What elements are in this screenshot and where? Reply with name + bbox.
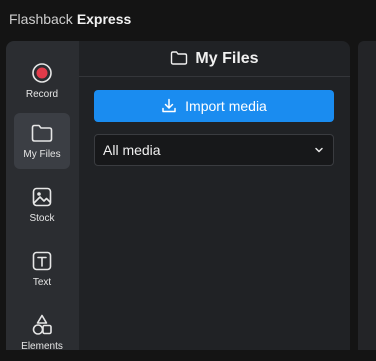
sidebar-item-elements[interactable]: Elements xyxy=(14,305,70,361)
sidebar-item-label: Text xyxy=(32,277,52,288)
editor-canvas-area xyxy=(358,41,376,350)
sidebar-item-label: My Files xyxy=(23,149,61,160)
sidebar-rail: Record My Files Stock Text Elements xyxy=(6,41,79,352)
title-bar: Flashback Express xyxy=(0,0,376,38)
sidebar-item-text[interactable]: Text xyxy=(14,241,70,297)
record-icon xyxy=(30,61,54,85)
panel-title: My Files xyxy=(195,49,259,67)
media-filter-select[interactable]: All media xyxy=(94,134,334,166)
folder-icon xyxy=(170,50,188,68)
folder-icon xyxy=(30,121,54,145)
download-icon xyxy=(161,98,177,114)
files-panel: My Files Import media All media xyxy=(79,41,350,350)
brand-name-light: Flashback xyxy=(9,11,73,27)
sidebar-item-label: Elements xyxy=(21,341,63,352)
brand-name-bold: Express xyxy=(76,11,132,27)
panel-header: My Files xyxy=(79,41,350,77)
chevron-down-icon xyxy=(313,144,325,156)
import-media-label: Import media xyxy=(185,98,267,114)
image-icon xyxy=(30,185,54,209)
sidebar-item-stock[interactable]: Stock xyxy=(14,177,70,233)
import-media-button[interactable]: Import media xyxy=(94,90,334,122)
shapes-icon xyxy=(30,313,54,337)
sidebar-item-label: Record xyxy=(25,89,59,100)
sidebar-item-my-files[interactable]: My Files xyxy=(14,113,70,169)
media-filter-value: All media xyxy=(103,142,161,158)
sidebar-item-label: Stock xyxy=(29,213,55,224)
sidebar-item-record[interactable]: Record xyxy=(14,53,70,109)
text-icon xyxy=(30,249,54,273)
